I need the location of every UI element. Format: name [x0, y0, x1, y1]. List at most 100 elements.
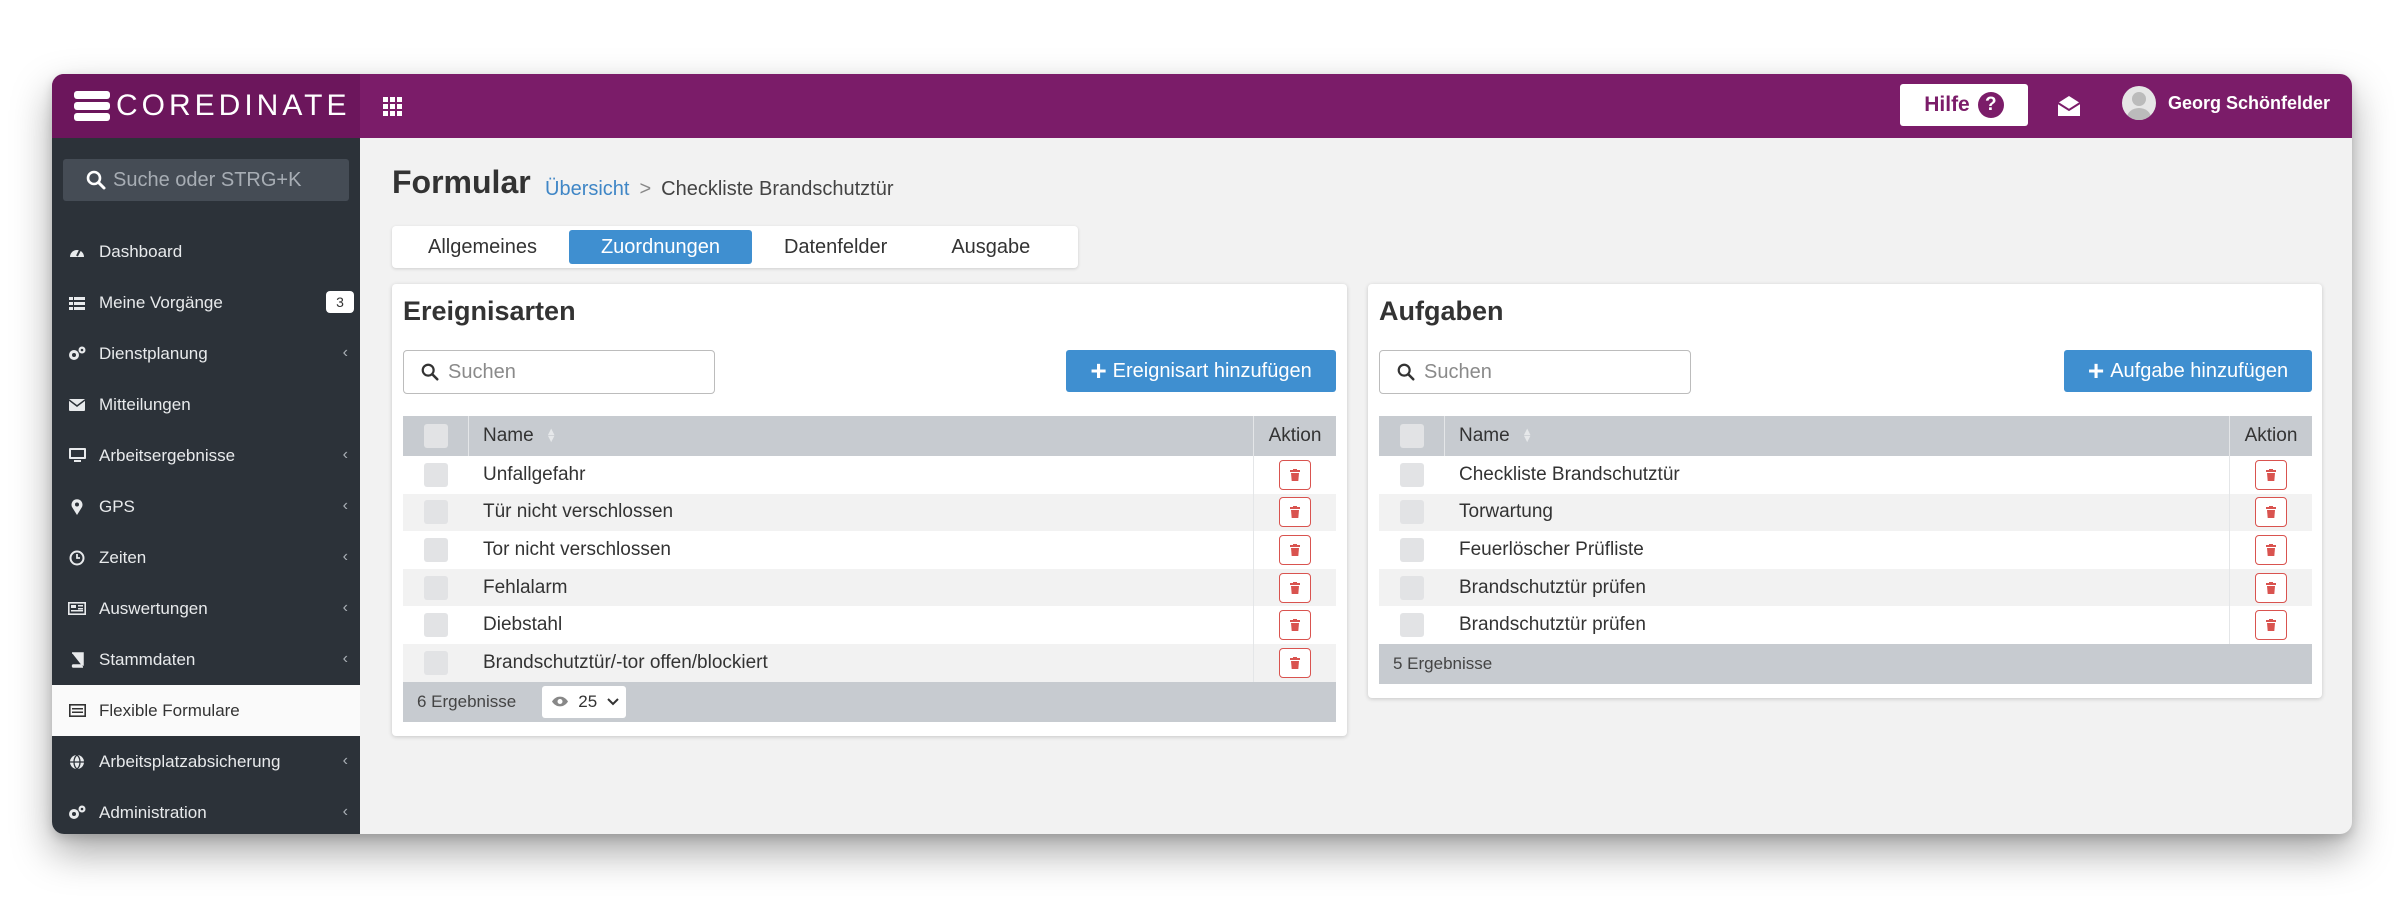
select-all-checkbox[interactable]	[1399, 424, 1424, 448]
row-checkbox[interactable]	[424, 575, 448, 600]
row-checkbox[interactable]	[424, 500, 448, 525]
logo[interactable]: COREDINATE	[52, 74, 360, 138]
ereignisarten-table: Name ▲ ▼ Aktion Unfallgefahr Tür nicht ver…	[403, 416, 1336, 722]
row-checkbox[interactable]	[424, 650, 448, 675]
delete-button[interactable]	[1279, 459, 1311, 490]
table-row: Brandschutztür prüfen	[1379, 606, 2312, 644]
delete-button[interactable]	[2255, 534, 2287, 565]
delete-button[interactable]	[1279, 572, 1311, 603]
trash-icon	[1290, 656, 1300, 669]
ereignisarten-title: Ereignisarten	[403, 296, 576, 326]
sidebar-item-stammdaten[interactable]: Stammdaten ‹	[52, 634, 360, 685]
page-size-select[interactable]: 25	[542, 685, 627, 718]
table-row: Unfallgefahr	[403, 456, 1336, 494]
tab-bar: Allgemeines Zuordnungen Datenfelder Ausg…	[392, 226, 1078, 268]
chevron-left-icon: ‹	[342, 446, 348, 463]
trash-icon	[2266, 468, 2276, 481]
delete-button[interactable]	[1279, 534, 1311, 565]
delete-button[interactable]	[2255, 610, 2287, 641]
sidebar-item-dienstplanung[interactable]: Dienstplanung ‹	[52, 328, 360, 379]
sidebar-item-meine-vorgaenge[interactable]: Meine Vorgänge 3	[52, 277, 360, 328]
tab-allgemeines[interactable]: Allgemeines	[396, 230, 569, 264]
table-header: Name ▲ ▼ Aktion	[403, 416, 1336, 456]
sidebar-search[interactable]: Suche oder STRG+K	[63, 159, 349, 201]
delete-button[interactable]	[2255, 459, 2287, 490]
sidebar-item-dashboard[interactable]: Dashboard	[52, 226, 360, 277]
sidebar-item-label: Zeiten	[99, 547, 147, 567]
ereignisarten-search-input[interactable]: Suchen	[403, 350, 715, 394]
sidebar-item-gps[interactable]: GPS ‹	[52, 481, 360, 532]
sidebar-item-label: GPS	[99, 496, 135, 516]
app-window: COREDINATE Hilfe ? Georg Schönfelder Suc…	[52, 74, 2352, 834]
breadcrumb: Übersicht > Checkliste Brandschutztür	[545, 178, 894, 201]
tab-zuordnungen[interactable]: Zuordnungen	[568, 230, 752, 264]
sidebar-item-label: Mitteilungen	[99, 394, 191, 414]
row-name: Fehlalarm	[469, 568, 1254, 607]
breadcrumb-link-overview[interactable]: Übersicht	[545, 178, 629, 201]
row-checkbox[interactable]	[1400, 575, 1424, 600]
delete-button[interactable]	[2255, 572, 2287, 603]
sidebar-item-label: Flexible Formulare	[99, 700, 240, 720]
sort-icon: ▲ ▼	[545, 426, 557, 445]
monitor-icon	[68, 447, 86, 465]
add-aufgabe-button[interactable]: + Aufgabe hinzufügen	[2064, 350, 2312, 392]
sidebar-item-administration[interactable]: Administration ‹	[52, 787, 360, 834]
row-checkbox[interactable]	[1400, 537, 1424, 562]
table-row: Tür nicht verschlossen	[403, 493, 1336, 532]
sidebar-item-arbeitsergebnisse[interactable]: Arbeitsergebnisse ‹	[52, 430, 360, 481]
breadcrumb-current: Checkliste Brandschutztür	[661, 178, 894, 200]
ereignisarten-card: Ereignisarten Suchen + Ereignisart hinzu…	[392, 284, 1347, 736]
row-name: Diebstahl	[469, 606, 1254, 644]
form-icon	[68, 702, 86, 720]
sidebar-item-label: Arbeitsplatzabsicherung	[99, 751, 281, 771]
row-checkbox[interactable]	[1400, 613, 1424, 638]
list-icon	[68, 294, 86, 312]
row-checkbox[interactable]	[424, 462, 448, 487]
table-row: Diebstahl	[403, 606, 1336, 644]
table-footer: 6 Ergebnisse 25	[403, 681, 1336, 722]
sidebar-item-label: Meine Vorgänge	[99, 292, 223, 312]
envelope-open-icon[interactable]	[2056, 94, 2082, 118]
sidebar-item-label: Dienstplanung	[99, 343, 208, 363]
tab-ausgabe[interactable]: Ausgabe	[919, 230, 1062, 264]
dashboard-icon	[68, 243, 86, 261]
sidebar-item-zeiten[interactable]: Zeiten ‹	[52, 532, 360, 583]
select-all-checkbox[interactable]	[423, 424, 448, 448]
add-ereignisart-button[interactable]: + Ereignisart hinzufügen	[1066, 350, 1336, 392]
delete-button[interactable]	[1279, 610, 1311, 641]
sidebar: Suche oder STRG+K Dashboard Meine Vorgän…	[52, 138, 360, 834]
sidebar-item-auswertungen[interactable]: Auswertungen ‹	[52, 583, 360, 634]
row-name: Brandschutztür/-tor offen/blockiert	[469, 643, 1254, 682]
row-checkbox[interactable]	[1400, 500, 1424, 525]
delete-button[interactable]	[1279, 647, 1311, 678]
delete-button[interactable]	[2255, 497, 2287, 528]
chevron-left-icon: ‹	[342, 803, 348, 820]
row-name: Brandschutztür prüfen	[1445, 606, 2230, 644]
delete-button[interactable]	[1279, 497, 1311, 528]
apps-grid-icon[interactable]	[380, 94, 404, 118]
chevron-left-icon: ‹	[342, 599, 348, 616]
sidebar-item-flexible-formulare[interactable]: Flexible Formulare	[52, 685, 360, 736]
row-checkbox[interactable]	[424, 537, 448, 562]
row-name: Tür nicht verschlossen	[469, 493, 1254, 532]
column-header-name[interactable]: Name ▲ ▼	[469, 416, 1254, 456]
sidebar-item-arbeitsplatzabsicherung[interactable]: Arbeitsplatzabsicherung ‹	[52, 736, 360, 787]
row-checkbox[interactable]	[424, 613, 448, 638]
add-ereignisart-label: Ereignisart hinzufügen	[1112, 359, 1312, 382]
breadcrumb-separator-icon: >	[639, 178, 652, 200]
tab-datenfelder[interactable]: Datenfelder	[752, 230, 919, 264]
chevron-left-icon: ‹	[342, 497, 348, 514]
user-menu[interactable]: Georg Schönfelder	[2122, 86, 2330, 120]
row-checkbox[interactable]	[1400, 462, 1424, 487]
chart-card-icon	[68, 600, 86, 618]
logo-text: COREDINATE	[116, 89, 351, 122]
trash-icon	[1290, 506, 1300, 519]
row-name: Tor nicht verschlossen	[469, 531, 1254, 569]
aufgaben-card: Aufgaben Suchen + Aufgabe hinzufügen Nam…	[1368, 284, 2322, 698]
help-button[interactable]: Hilfe ?	[1900, 84, 2028, 126]
table-body: Checkliste Brandschutztür Torwartung Feu…	[1379, 456, 2312, 644]
aufgaben-search-input[interactable]: Suchen	[1379, 350, 1691, 394]
sidebar-item-mitteilungen[interactable]: Mitteilungen	[52, 379, 360, 430]
column-header-name[interactable]: Name ▲ ▼	[1445, 416, 2230, 456]
trash-icon	[1290, 581, 1300, 594]
